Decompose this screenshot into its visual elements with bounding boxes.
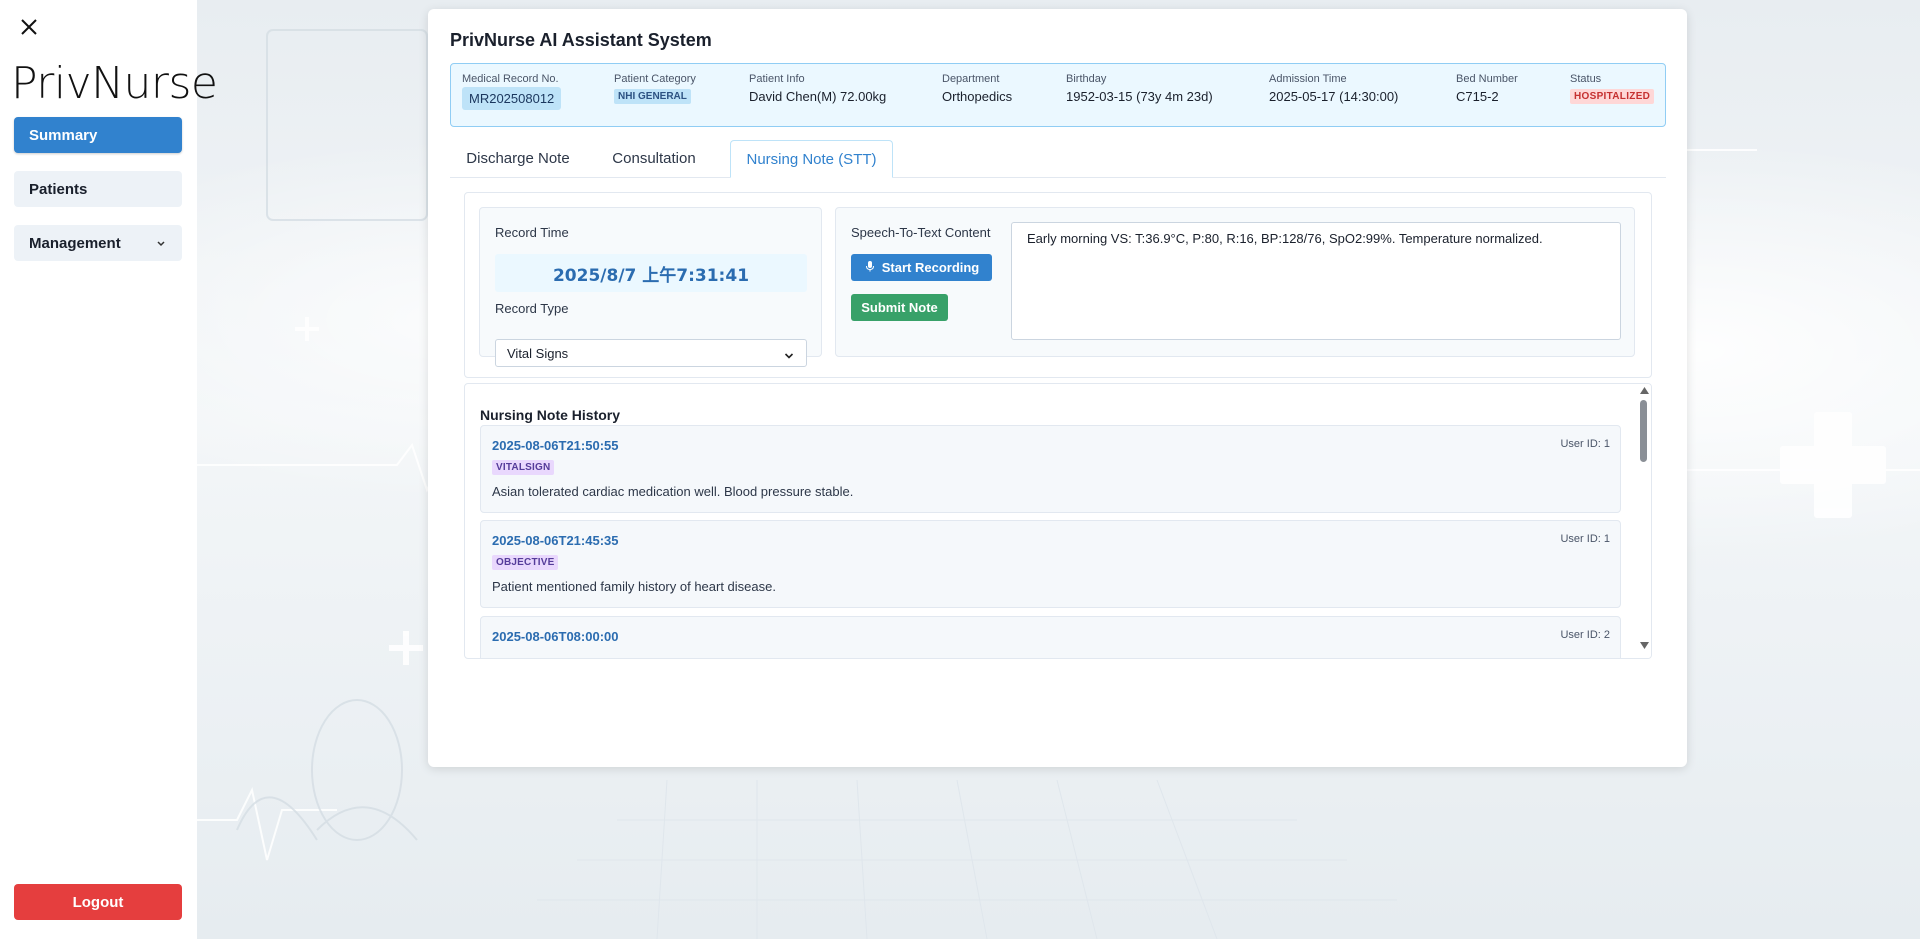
history-entry-user: User ID: 1 [1560,533,1610,545]
record-time-label: Record Time [495,225,569,240]
bed-number-value: C715-2 [1456,89,1499,104]
tab-nursing-note-stt[interactable]: Nursing Note (STT) [730,140,893,178]
stt-content-textarea[interactable]: Early morning VS: T:36.9°C, P:80, R:16, … [1011,222,1621,340]
record-type-label: Record Type [495,301,569,316]
medical-record-value: MR202508012 [462,87,562,110]
start-recording-button[interactable]: Start Recording [851,254,992,281]
bed-number-label: Bed Number [1456,73,1518,85]
patient-category-badge: NHI GENERAL [614,89,691,104]
history-entry-timestamp: 2025-08-06T08:00:00 [492,629,619,644]
logout-button[interactable]: Logout [14,884,182,920]
nursing-note-form: Record Time 2025/8/7 上午7:31:41 Record Ty… [464,192,1652,378]
patient-info-label: Patient Info [749,73,805,85]
status-badge: HOSPITALIZED [1570,89,1655,104]
sidebar-item-management[interactable]: Management [14,225,182,261]
tab-discharge-note[interactable]: Discharge Note [450,140,586,177]
main-card: PrivNurse AI Assistant System Medical Re… [428,9,1687,767]
status-field: Status HOSPITALIZED [1570,73,1655,104]
history-entry-tag: OBJECTIVE [492,555,559,570]
birthday-field: Birthday 1952-03-15 (73y 4m 23d) [1066,73,1213,104]
scroll-thumb[interactable] [1640,400,1647,462]
chevron-down-icon [156,236,166,253]
history-entry: 2025-08-06T21:45:35 User ID: 1 OBJECTIVE… [480,520,1621,608]
history-entry-text: Patient mentioned family history of hear… [492,579,776,594]
tab-bar: Discharge Note Consultation Nursing Note… [450,140,1666,178]
bed-number-field: Bed Number C715-2 [1456,73,1518,104]
stt-content-label: Speech-To-Text Content [851,225,991,240]
birthday-label: Birthday [1066,73,1107,85]
submit-note-button[interactable]: Submit Note [851,294,948,321]
tab-consultation[interactable]: Consultation [586,140,722,177]
sidebar-item-label: Patients [29,180,88,198]
sidebar-item-patients[interactable]: Patients [14,171,182,207]
sidebar-item-label: Management [29,234,121,252]
record-details-box: Record Time 2025/8/7 上午7:31:41 Record Ty… [479,207,822,367]
history-entry-timestamp: 2025-08-06T21:45:35 [492,533,619,548]
status-label: Status [1570,73,1602,85]
patient-info-field: Patient Info David Chen(M) 72.00kg [749,73,886,104]
patient-info-bar: Medical Record No. MR202508012 Patient C… [450,63,1666,127]
department-field: Department Orthopedics [942,73,1012,104]
start-recording-label: Start Recording [881,260,980,275]
admission-time-label: Admission Time [1269,73,1347,85]
close-icon[interactable] [18,16,40,38]
history-entry: 2025-08-06T08:00:00 User ID: 2 [480,616,1621,658]
speech-to-text-box: Speech-To-Text Content Start Recording S… [835,207,1635,357]
sidebar-item-summary[interactable]: Summary [14,117,182,153]
history-title: Nursing Note History [480,407,621,423]
medical-record-field: Medical Record No. MR202508012 [462,73,562,110]
patient-info-value: David Chen(M) 72.00kg [749,89,887,104]
medical-record-label: Medical Record No. [462,73,559,85]
history-entry-text: Asian tolerated cardiac medication well.… [492,484,854,499]
record-type-value: Vital Signs [507,345,569,361]
department-label: Department [942,73,1000,85]
department-value: Orthopedics [942,89,1013,104]
patient-category-label: Patient Category [614,73,696,85]
patient-category-field: Patient Category NHI GENERAL [614,73,696,104]
history-entry-user: User ID: 2 [1560,629,1610,641]
birthday-value: 1952-03-15 (73y 4m 23d) [1066,89,1213,104]
record-time-display: 2025/8/7 上午7:31:41 [495,254,807,292]
sidebar-item-label: Summary [29,126,98,144]
nursing-note-history: Nursing Note History 2025-08-06T21:50:55… [464,383,1652,659]
scroll-down-arrow-icon[interactable] [1640,642,1649,649]
history-scrollbar[interactable] [1637,384,1651,658]
record-type-select[interactable]: Vital Signs [495,339,807,367]
history-entry-timestamp: 2025-08-06T21:50:55 [492,438,619,453]
chevron-down-icon [784,349,794,364]
microphone-icon [864,260,876,275]
scroll-up-arrow-icon[interactable] [1640,387,1649,394]
history-entry-tag: VITALSIGN [492,460,555,475]
app-logo: PrivNurse [11,58,218,109]
page-title: PrivNurse AI Assistant System [450,30,712,50]
admission-time-value: 2025-05-17 (14:30:00) [1269,89,1399,104]
admission-time-field: Admission Time 2025-05-17 (14:30:00) [1269,73,1398,104]
sidebar: PrivNurse Summary Patients Management Lo… [0,0,218,939]
history-entry: 2025-08-06T21:50:55 User ID: 1 VITALSIGN… [480,425,1621,513]
history-entry-user: User ID: 1 [1560,438,1610,450]
